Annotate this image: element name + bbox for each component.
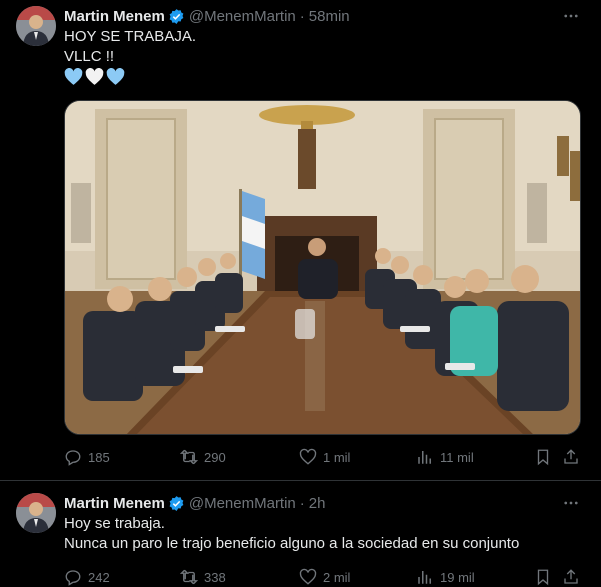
reply-icon — [65, 450, 81, 466]
repost-icon — [180, 569, 198, 585]
views-icon — [418, 571, 431, 584]
tweet-photo[interactable] — [64, 100, 581, 435]
tweet-text: Hoy se trabaja. Nunca un paro le trajo b… — [64, 514, 519, 554]
views-icon — [418, 451, 431, 464]
verified-badge-icon — [168, 8, 185, 25]
bookmark-icon[interactable] — [534, 448, 552, 466]
action-bar: 185 290 1 mil 11 mil — [64, 447, 584, 467]
tweet-header: Martin Menem @MenemMartin · 58min — [64, 6, 350, 26]
tweet[interactable]: Martin Menem @MenemMartin · 2h Hoy se tr… — [0, 481, 601, 587]
action-bar: 242 338 2 mil 19 mil — [64, 567, 584, 587]
repost-button[interactable]: 290 — [180, 448, 226, 466]
tweet-header: Martin Menem @MenemMartin · 2h — [64, 493, 325, 513]
reply-count: 242 — [88, 569, 110, 585]
tweet-line: HOY SE TRABAJA. — [64, 28, 196, 45]
more-options-icon[interactable] — [561, 6, 581, 26]
tweet-text: HOY SE TRABAJA. VLLC !! — [64, 27, 196, 86]
tweet-line: VLLC !! — [64, 48, 115, 65]
author-handle[interactable]: @MenemMartin — [189, 495, 296, 512]
white-heart-icon — [85, 68, 104, 85]
like-button[interactable]: 2 mil — [299, 568, 350, 586]
separator-dot: · — [299, 494, 305, 512]
share-icon[interactable] — [562, 448, 580, 466]
author-name[interactable]: Martin Menem — [64, 8, 165, 25]
repost-button[interactable]: 338 — [180, 568, 226, 586]
reply-icon — [65, 570, 81, 586]
light-blue-heart-icon — [106, 68, 125, 85]
author-name[interactable]: Martin Menem — [64, 495, 165, 512]
avatar[interactable] — [16, 6, 56, 46]
like-count: 2 mil — [323, 569, 351, 585]
timestamp[interactable]: 2h — [309, 495, 326, 512]
views-button[interactable]: 19 mil — [416, 568, 475, 586]
reply-button[interactable]: 185 — [64, 448, 110, 466]
separator-dot: · — [299, 7, 305, 25]
repost-icon — [180, 449, 198, 465]
views-count: 19 mil — [440, 569, 475, 585]
like-count: 1 mil — [323, 449, 351, 465]
like-button[interactable]: 1 mil — [299, 448, 350, 466]
tweet[interactable]: Martin Menem @MenemMartin · 58min HOY SE… — [0, 0, 601, 481]
emoji-row — [64, 68, 196, 86]
reply-button[interactable]: 242 — [64, 568, 110, 586]
author-handle[interactable]: @MenemMartin — [189, 8, 296, 25]
repost-count: 338 — [204, 569, 226, 585]
timestamp[interactable]: 58min — [309, 8, 350, 25]
tweet-line: Hoy se trabaja. — [64, 515, 165, 532]
views-button[interactable]: 11 mil — [416, 448, 474, 466]
repost-count: 290 — [204, 449, 226, 465]
views-count: 11 mil — [440, 449, 474, 465]
heart-icon — [299, 568, 317, 585]
share-icon[interactable] — [562, 568, 580, 586]
more-options-icon[interactable] — [561, 493, 581, 513]
avatar[interactable] — [16, 493, 56, 533]
light-blue-heart-icon — [64, 68, 83, 85]
tweet-line: Nunca un paro le trajo beneficio alguno … — [64, 535, 520, 552]
verified-badge-icon — [168, 495, 185, 512]
bookmark-icon[interactable] — [534, 568, 552, 586]
reply-count: 185 — [88, 449, 110, 465]
heart-icon — [299, 448, 317, 465]
